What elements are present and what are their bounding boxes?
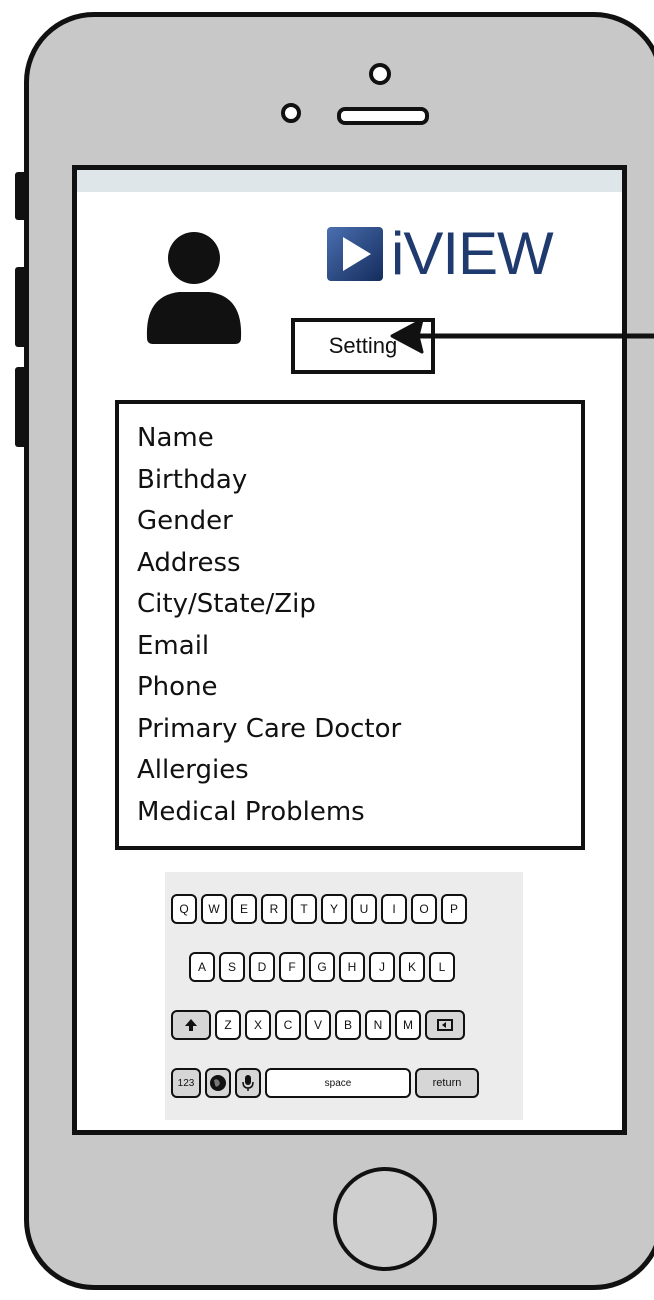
- field-city-state-zip[interactable]: City/State/Zip: [137, 584, 563, 626]
- earpiece-speaker: [337, 107, 429, 125]
- side-button-volume-up: [15, 267, 27, 347]
- home-button[interactable]: [333, 1167, 437, 1271]
- key-l[interactable]: L: [429, 952, 455, 982]
- numbers-key[interactable]: 123: [171, 1068, 201, 1098]
- field-phone[interactable]: Phone: [137, 667, 563, 709]
- key-e[interactable]: E: [231, 894, 257, 924]
- key-n[interactable]: N: [365, 1010, 391, 1040]
- key-g[interactable]: G: [309, 952, 335, 982]
- profile-field-list: Name Birthday Gender Address City/State/…: [115, 400, 585, 850]
- key-t[interactable]: T: [291, 894, 317, 924]
- proximity-sensor: [281, 103, 301, 123]
- space-key[interactable]: space: [265, 1068, 411, 1098]
- backspace-icon: [437, 1019, 453, 1031]
- play-logo-icon: [327, 227, 383, 281]
- globe-icon: [210, 1075, 226, 1091]
- microphone-key[interactable]: [235, 1068, 261, 1098]
- key-o[interactable]: O: [411, 894, 437, 924]
- microphone-icon: [242, 1075, 254, 1091]
- on-screen-keyboard: Q W E R T Y U I O P A S D F G H J K L Z: [165, 872, 523, 1120]
- user-silhouette-icon[interactable]: [139, 226, 249, 346]
- key-j[interactable]: J: [369, 952, 395, 982]
- side-button-volume-down: [15, 367, 27, 447]
- key-p[interactable]: P: [441, 894, 467, 924]
- field-allergies[interactable]: Allergies: [137, 750, 563, 792]
- key-q[interactable]: Q: [171, 894, 197, 924]
- field-gender[interactable]: Gender: [137, 501, 563, 543]
- return-key[interactable]: return: [415, 1068, 479, 1098]
- key-x[interactable]: X: [245, 1010, 271, 1040]
- key-z[interactable]: Z: [215, 1010, 241, 1040]
- logo-text: iVIEW: [391, 220, 554, 287]
- key-c[interactable]: C: [275, 1010, 301, 1040]
- key-m[interactable]: M: [395, 1010, 421, 1040]
- field-address[interactable]: Address: [137, 543, 563, 585]
- key-v[interactable]: V: [305, 1010, 331, 1040]
- shift-key[interactable]: [171, 1010, 211, 1040]
- key-s[interactable]: S: [219, 952, 245, 982]
- key-i[interactable]: I: [381, 894, 407, 924]
- settings-button[interactable]: Setting: [291, 318, 435, 374]
- key-u[interactable]: U: [351, 894, 377, 924]
- field-name[interactable]: Name: [137, 418, 563, 460]
- key-f[interactable]: F: [279, 952, 305, 982]
- backspace-key[interactable]: [425, 1010, 465, 1040]
- shift-arrow-icon: [185, 1019, 197, 1031]
- key-r[interactable]: R: [261, 894, 287, 924]
- side-button-mute: [15, 172, 27, 220]
- key-y[interactable]: Y: [321, 894, 347, 924]
- key-w[interactable]: W: [201, 894, 227, 924]
- field-birthday[interactable]: Birthday: [137, 460, 563, 502]
- key-a[interactable]: A: [189, 952, 215, 982]
- app-logo: iVIEW: [325, 218, 554, 290]
- field-medical-problems[interactable]: Medical Problems: [137, 792, 563, 834]
- front-camera: [369, 63, 391, 85]
- field-email[interactable]: Email: [137, 626, 563, 668]
- field-primary-care-doctor[interactable]: Primary Care Doctor: [137, 709, 563, 751]
- globe-key[interactable]: [205, 1068, 231, 1098]
- key-d[interactable]: D: [249, 952, 275, 982]
- key-k[interactable]: K: [399, 952, 425, 982]
- status-bar: [77, 170, 622, 192]
- key-b[interactable]: B: [335, 1010, 361, 1040]
- phone-screen: iVIEW Setting Name Birthday Gender Addre…: [72, 165, 627, 1135]
- key-h[interactable]: H: [339, 952, 365, 982]
